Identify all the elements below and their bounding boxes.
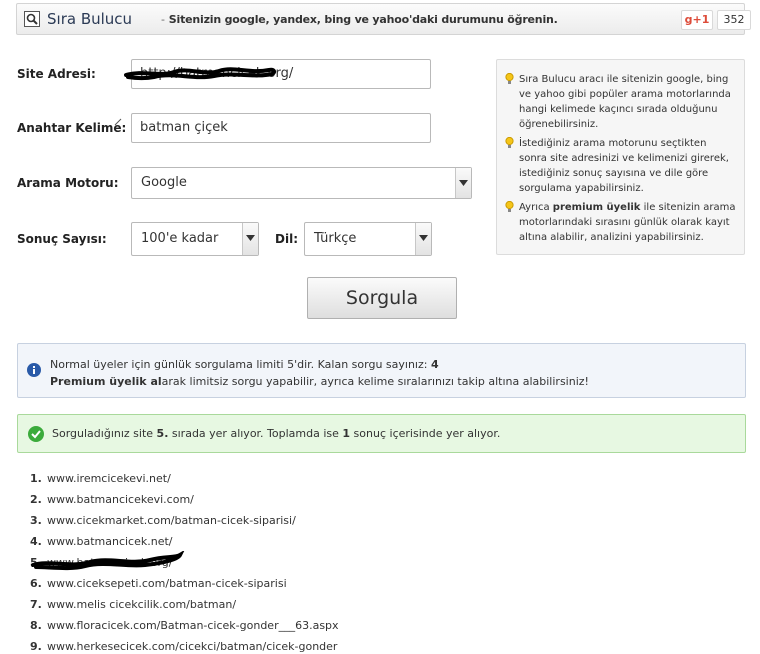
- search-engine-value: Google: [141, 175, 187, 190]
- page-title: Sıra Bulucu: [47, 10, 133, 28]
- list-item: 7. www.melis cicekcilik.com/batman/: [30, 596, 339, 617]
- tool-header: Sıra Bulucu - Sitenizin google, yandex, b…: [16, 3, 751, 35]
- chevron-down-icon[interactable]: [455, 168, 471, 198]
- list-item: 6. www.ciceksepeti.com/batman-cicek-sipar…: [30, 575, 339, 596]
- search-engine-select[interactable]: Google: [131, 167, 472, 199]
- result-url[interactable]: www.melis cicekcilik.com/batman/: [47, 598, 236, 611]
- result-url[interactable]: www.cicekmarket.com/batman-cicek-siparis…: [47, 514, 296, 527]
- result-rank: 4.: [30, 535, 42, 548]
- result-rank: 1.: [30, 472, 42, 485]
- total-value: 1: [342, 427, 351, 440]
- lightbulb-icon: [505, 201, 514, 212]
- result-rank: 9.: [30, 640, 42, 653]
- result-url[interactable]: www.batmancicek.org/: [47, 556, 172, 569]
- info-panel: Sıra Bulucu aracı ile sitenizin google, …: [496, 59, 745, 255]
- quota-notice: Normal üyeler için günlük sorgulama limi…: [17, 343, 746, 398]
- result-url[interactable]: www.herkesecicek.com/cicekci/batman/cice…: [47, 640, 337, 653]
- tip-item: Sıra Bulucu aracı ile sitenizin google, …: [505, 72, 736, 132]
- language-select[interactable]: Türkçe: [304, 222, 432, 256]
- check-circle-icon: [28, 426, 44, 442]
- tip-item: İstediğiniz arama motorunu seçtikten son…: [505, 136, 736, 196]
- site-address-label: Site Adresi:: [17, 67, 96, 81]
- premium-line: Premium üyelik alarak limitsiz sorgu yap…: [50, 373, 745, 390]
- language-value: Türkçe: [314, 231, 357, 246]
- info-icon: [27, 363, 41, 377]
- tip-text: Sıra Bulucu aracı ile sitenizin google, …: [519, 74, 731, 130]
- result-count-label: Sonuç Sayısı:: [17, 232, 107, 246]
- google-plus-button[interactable]: g+1: [681, 10, 713, 30]
- keyword-input[interactable]: batman çiçek: [131, 113, 431, 143]
- quota-line: Normal üyeler için günlük sorgulama limi…: [50, 356, 745, 373]
- result-count-select[interactable]: 100'e kadar: [131, 222, 259, 256]
- success-text: sonuç içerisinde yer alıyor.: [350, 427, 501, 440]
- magnifier-logo-icon: [24, 11, 40, 27]
- result-rank: 3.: [30, 514, 42, 527]
- keyword-label: Anahtar Kelime:: [17, 121, 127, 135]
- result-url[interactable]: www.iremcicekevi.net/: [47, 472, 171, 485]
- language-label: Dil:: [275, 232, 298, 246]
- result-rank: 8.: [30, 619, 42, 632]
- list-item: 3. www.cicekmarket.com/batman-cicek-sipar…: [30, 512, 339, 533]
- list-item: 1. www.iremcicekevi.net/: [30, 470, 339, 491]
- result-success-alert: Sorguladığınız site 5. sırada yer alıyor…: [17, 414, 746, 453]
- result-url[interactable]: www.ciceksepeti.com/batman-cicek-siparis…: [47, 577, 287, 590]
- success-text: Sorguladığınız site: [52, 427, 157, 440]
- tip-item: Ayrıca premium üyelik ile sitenizin aram…: [505, 200, 736, 245]
- list-item: 8. www.floracicek.com/Batman-cicek-gonder…: [30, 617, 339, 638]
- chevron-down-icon[interactable]: [242, 223, 258, 255]
- rank-value: 5.: [156, 427, 169, 440]
- quota-text: Normal üyeler için günlük sorgulama limi…: [50, 358, 431, 371]
- result-url[interactable]: www.batmancicekevi.com/: [47, 493, 194, 506]
- page-subtitle: - Sitenizin google, yandex, bing ve yahoo…: [161, 13, 558, 26]
- premium-text: arak limitsiz sorgu yapabilir, ayrıca ke…: [161, 375, 589, 388]
- google-plus-count: 352: [717, 10, 751, 30]
- list-item: 4. www.batmancicek.net/: [30, 533, 339, 554]
- list-item: 2. www.batmancicekevi.com/: [30, 491, 339, 512]
- lightbulb-icon: [505, 73, 514, 84]
- query-button[interactable]: Sorgula: [307, 277, 457, 319]
- search-engine-label: Arama Motoru:: [17, 176, 119, 190]
- results-list: 1. www.iremcicekevi.net/ 2. www.batmancice…: [30, 470, 339, 654]
- result-count-value: 100'e kadar: [141, 231, 219, 246]
- remaining-count: 4: [430, 358, 439, 371]
- lightbulb-icon: [505, 137, 514, 148]
- result-url[interactable]: www.batmancicek.net/: [47, 535, 173, 548]
- chevron-down-icon[interactable]: [415, 223, 431, 255]
- premium-link[interactable]: Premium üyelik al: [50, 375, 162, 388]
- result-rank: 2.: [30, 493, 42, 506]
- tip-text: İstediğiniz arama motorunu seçtikten son…: [519, 138, 729, 194]
- result-rank: 5.: [30, 556, 42, 569]
- tip-text: Ayrıca: [519, 202, 553, 213]
- result-rank: 6.: [30, 577, 42, 590]
- list-item: 5. www.batmancicek.org/: [30, 554, 339, 575]
- result-rank: 7.: [30, 598, 42, 611]
- result-url[interactable]: www.floracicek.com/Batman-cicek-gonder__…: [47, 619, 339, 632]
- success-text: sırada yer alıyor. Toplamda ise: [168, 427, 343, 440]
- premium-link[interactable]: premium üyelik: [553, 202, 641, 213]
- site-address-input[interactable]: http://batmancicek.org/: [131, 59, 431, 89]
- list-item: 9. www.herkesecicek.com/cicekci/batman/ci…: [30, 638, 339, 654]
